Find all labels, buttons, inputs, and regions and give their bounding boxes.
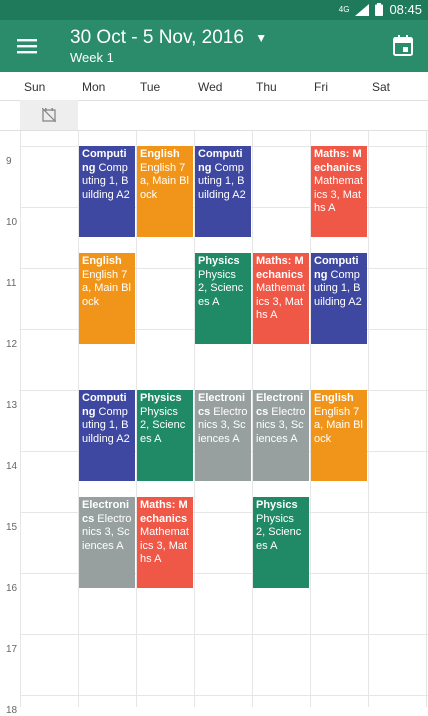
menu-icon[interactable] [14,34,40,58]
hour-label: 10 [6,217,18,229]
hour-label: 15 [6,522,18,534]
day-header-fri: Fri [314,80,328,94]
event-block[interactable]: Electronics Electronics 3, Sciences A [79,497,135,588]
grid-column-line [20,131,21,707]
event-title: Maths: Mechanics [314,148,362,174]
event-title: English [314,392,354,405]
event-detail: English 7a, Main Block [82,268,131,308]
event-title: Physics [198,255,240,267]
event-title: Maths: Mechanics [140,499,188,525]
day-header-wed: Wed [198,80,223,94]
hour-label: 12 [6,339,18,351]
day-header-thu: Thu [256,80,277,94]
grid-column-line [426,131,427,707]
status-bar: 4G 08:45 [0,0,428,20]
event-block[interactable]: Electronics Electronics 3, Sciences A [253,390,309,481]
event-block[interactable]: English English 7a, Main Block [79,253,135,344]
event-title: English [140,148,180,161]
hour-label: 14 [6,461,18,473]
signal-icon [355,3,370,16]
week-label: Week 1 [70,50,114,66]
event-detail: Mathematics 3, Maths A [256,282,305,321]
date-range-title: 30 Oct - 5 Nov, 2016 [70,27,244,49]
hour-line [20,634,428,636]
hour-label: 9 [6,156,12,168]
event-block[interactable]: Computing Computing 1, Building A2 [311,253,367,344]
day-header-sat: Sat [372,80,391,94]
event-block[interactable]: English English 7a, Main Block [311,390,367,481]
grid-column-line [368,131,369,707]
event-block[interactable]: Electronics Electronics 3, Sciences A [195,390,251,481]
all-day-row [0,100,428,131]
event-block[interactable]: Physics Physics 2, Sciences A [137,390,193,481]
day-header-tue: Tue [140,80,161,94]
event-detail: Mathematics 3, Maths A [140,526,189,565]
event-block[interactable]: Maths: Mechanics Mathematics 3, Maths A [311,146,367,237]
app-bar: 30 Oct - 5 Nov, 2016 ▼ Week 1 [0,20,428,72]
hour-label: 16 [6,583,18,595]
hour-label: 13 [6,400,18,412]
hour-line [20,695,428,697]
day-header-row: Sun Mon Tue Wed Thu Fri Sat [0,72,428,101]
calendar-today-icon[interactable] [392,35,414,57]
day-header-mon: Mon [82,80,106,94]
event-detail: English 7a, Main Block [140,161,189,201]
status-time: 08:45 [389,2,422,17]
event-title: Physics [140,392,182,405]
event-detail: Physics 2, Sciences A [256,512,302,552]
dropdown-arrow-icon: ▼ [255,31,268,45]
event-block[interactable]: Computing Computing 1, Building A2 [79,146,135,237]
event-title: English [82,255,122,267]
event-title: Maths: Mechanics [256,255,304,281]
network-type-label: 4G [338,5,350,14]
event-block[interactable]: Maths: Mechanics Mathematics 3, Maths A [253,253,309,344]
event-block[interactable]: Maths: Mechanics Mathematics 3, Maths A [137,497,193,588]
week-grid[interactable]: 9 10 11 12 13 14 15 16 17 18 Computing Computing 1… [0,131,428,716]
event-title: Physics [256,499,298,511]
battery-icon [375,3,384,16]
day-header-sun: Sun [24,80,46,94]
event-block[interactable]: Physics Physics 2, Sciences A [253,497,309,588]
hour-label: 17 [6,644,18,656]
calendar-off-icon [42,108,56,122]
all-day-cell-sun[interactable] [20,100,78,130]
event-detail: English 7a, Main Block [314,405,363,445]
event-detail: Mathematics 3, Maths A [314,175,363,215]
event-block[interactable]: Computing Computing 1, Building A2 [79,390,135,481]
date-range-selector[interactable]: 30 Oct - 5 Nov, 2016 ▼ Week 1 [70,26,267,66]
event-detail: Physics 2, Sciences A [140,405,186,445]
event-block[interactable]: Computing Computing 1, Building A2 [195,146,251,237]
event-block[interactable]: Physics Physics 2, Sciences A [195,253,251,344]
hour-label: 11 [6,278,17,290]
event-block[interactable]: English English 7a, Main Block [137,146,193,237]
event-detail: Physics 2, Sciences A [198,268,244,308]
